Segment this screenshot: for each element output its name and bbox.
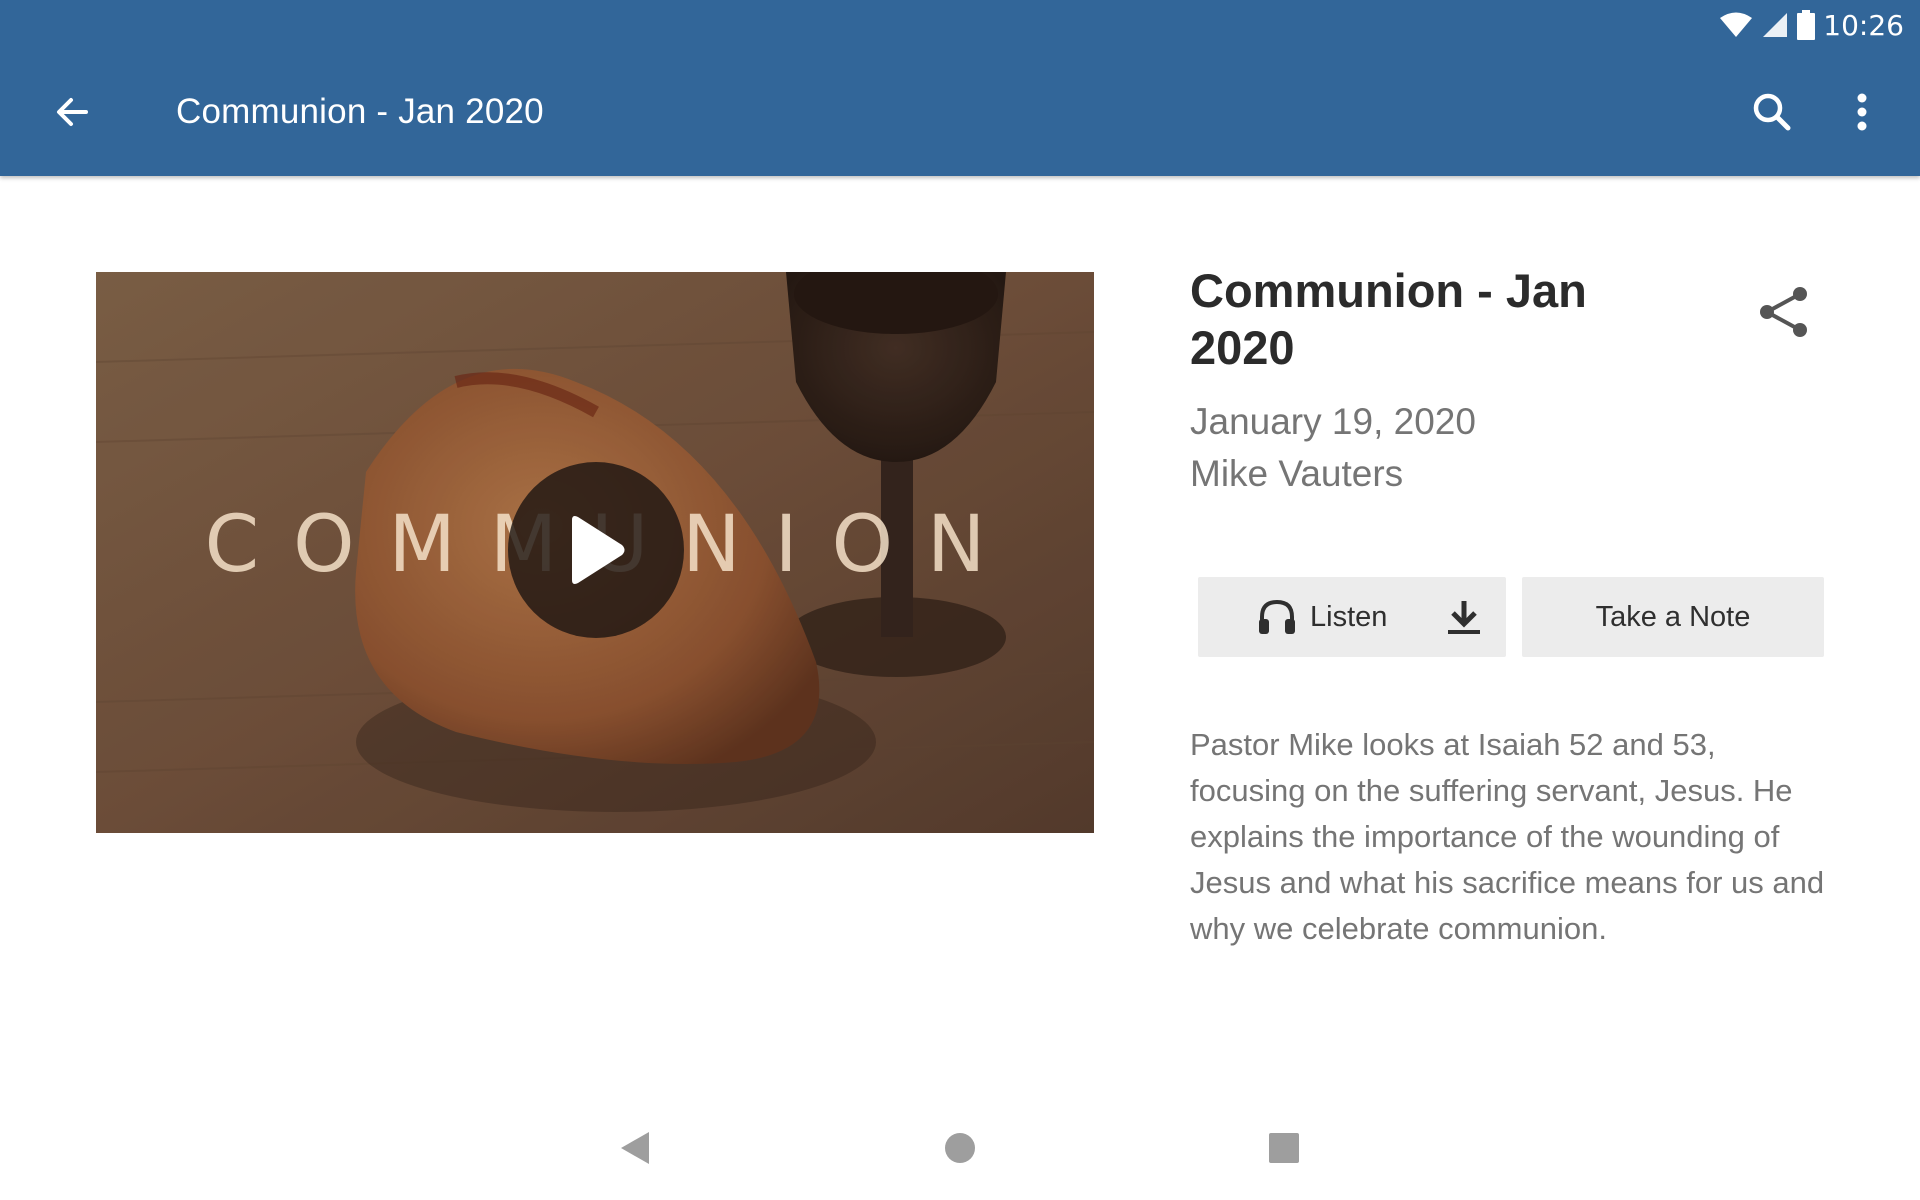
- app-bar: 10:26 Communion - Jan 2020: [0, 0, 1920, 176]
- sermon-speaker: Mike Vauters: [1190, 453, 1404, 494]
- square-recents-icon: [1269, 1133, 1299, 1163]
- content-area: COMMUNION Communion - Jan 2020 January 1…: [0, 176, 1920, 1096]
- system-nav-bar: [0, 1096, 1920, 1200]
- status-time: 10:26: [1823, 8, 1904, 42]
- circle-home-icon: [945, 1133, 975, 1163]
- share-icon: [1760, 287, 1807, 337]
- battery-icon: [1797, 10, 1816, 40]
- sermon-title: Communion - Jan 2020: [1190, 264, 1587, 374]
- wifi-icon: [1720, 12, 1753, 37]
- toolbar: Communion - Jan 2020: [0, 68, 1920, 156]
- nav-recents-button[interactable]: [1249, 1118, 1319, 1178]
- listen-button[interactable]: Listen: [1198, 577, 1506, 657]
- play-icon: [572, 516, 625, 584]
- more-vert-icon: [1857, 93, 1867, 131]
- nav-back-button[interactable]: [600, 1118, 670, 1178]
- take-a-note-button[interactable]: Take a Note: [1522, 577, 1824, 657]
- sermon-date: January 19, 2020: [1190, 401, 1476, 442]
- video-player[interactable]: COMMUNION: [96, 272, 1094, 833]
- more-options-button[interactable]: [1818, 68, 1906, 156]
- app-bar-title: Communion - Jan 2020: [176, 92, 544, 131]
- download-icon[interactable]: [1444, 597, 1484, 637]
- sermon-info: Communion - Jan 2020 January 19, 2020 Mi…: [1190, 262, 1830, 946]
- search-icon: [1753, 93, 1791, 131]
- arrow-left-icon: [57, 98, 88, 126]
- status-bar: 10:26: [1719, 8, 1904, 42]
- play-button[interactable]: [508, 462, 684, 638]
- nav-home-button[interactable]: [925, 1118, 995, 1178]
- headphones-icon: [1259, 599, 1295, 634]
- back-button[interactable]: [28, 68, 116, 156]
- signal-icon: [1763, 13, 1788, 37]
- listen-label: Listen: [1310, 600, 1388, 633]
- sermon-description: Pastor Mike looks at Isaiah 52 and 53, f…: [1190, 727, 1825, 946]
- search-button[interactable]: [1728, 68, 1816, 156]
- action-buttons: Listen Take a Note: [1198, 577, 1824, 657]
- triangle-back-icon: [621, 1132, 649, 1164]
- share-button[interactable]: [1744, 272, 1824, 352]
